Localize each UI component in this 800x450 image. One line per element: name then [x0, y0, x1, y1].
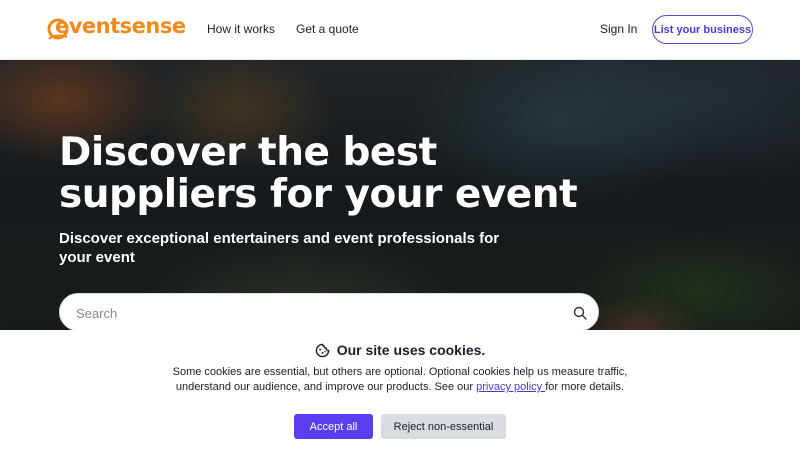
cookie-banner: Our site uses cookies. Some cookies are …: [0, 330, 800, 450]
accept-all-button[interactable]: Accept all: [294, 414, 373, 439]
cookie-text-after-link: for more details.: [545, 381, 625, 393]
cookie-title: Our site uses cookies.: [336, 342, 486, 358]
list-your-business-button[interactable]: List your business: [652, 15, 753, 44]
nav-how-it-works[interactable]: How it works: [207, 22, 275, 36]
privacy-policy-link[interactable]: privacy policy: [476, 381, 545, 393]
hero-section: Discover the best suppliers for your eve…: [0, 60, 800, 330]
nav-get-a-quote[interactable]: Get a quote: [296, 22, 359, 36]
search-icon[interactable]: [573, 306, 587, 320]
sign-in-link[interactable]: Sign In: [600, 22, 637, 36]
cookie-icon: [315, 343, 329, 357]
search-input[interactable]: [76, 303, 556, 323]
search-bar[interactable]: [59, 293, 599, 330]
hero-title: Discover the best suppliers for your eve…: [59, 130, 578, 217]
hero-subtitle: Discover exceptional entertainers and ev…: [59, 230, 500, 266]
reject-non-essential-button[interactable]: Reject non-essential: [381, 414, 506, 439]
logo[interactable]: eventsense: [47, 14, 186, 44]
logo-text: eventsense: [55, 14, 186, 38]
site-header: eventsense How it works Get a quote Sign…: [0, 0, 800, 60]
cookie-heading: Our site uses cookies.: [0, 342, 800, 358]
cookie-description: Some cookies are essential, but others a…: [150, 365, 650, 395]
